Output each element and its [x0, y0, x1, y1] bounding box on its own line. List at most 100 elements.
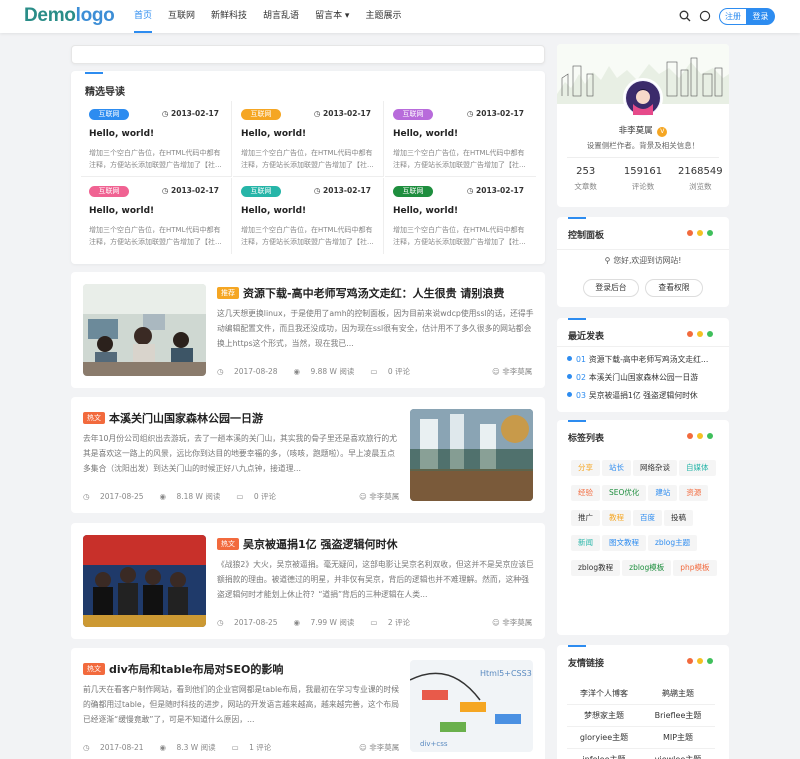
post-title-text[interactable]: div布局和table布局对SEO的影响: [109, 663, 283, 676]
comments-meta[interactable]: ▭ 0 评论: [236, 492, 284, 501]
post-thumbnail[interactable]: [83, 284, 206, 376]
post-card[interactable]: Html5+CSS3 div+css 热文 div布局和table布局对SEO的影响前…: [71, 648, 545, 759]
comments-meta[interactable]: ▭ 2 评论: [370, 618, 418, 627]
tag-chip[interactable]: 站长: [602, 460, 631, 476]
recent-post-link[interactable]: 资源下载-高中老师写鸡汤文走红...: [589, 355, 708, 364]
theme-toggle-icon[interactable]: [699, 10, 711, 22]
category-tag[interactable]: 互联网: [89, 109, 129, 120]
login-button[interactable]: 登录: [746, 8, 775, 25]
nav-themes[interactable]: 主题展示: [357, 0, 409, 33]
friend-link[interactable]: gloryiee主题: [567, 727, 641, 749]
tag-chip[interactable]: 推广: [571, 510, 600, 526]
tag-chip[interactable]: 教程: [602, 510, 631, 526]
post-thumbnail[interactable]: Html5+CSS3 div+css: [410, 660, 533, 752]
tag-chip[interactable]: zblog主题: [648, 535, 698, 551]
clock-icon: ◷: [161, 109, 172, 118]
register-button[interactable]: 注册: [719, 8, 747, 25]
nav-guestbook[interactable]: 留言本 ▾: [307, 0, 357, 33]
post-title-text[interactable]: 吴京被逼捐1亿 强盗逻辑何时休: [243, 538, 397, 551]
tag-chip[interactable]: 经验: [571, 485, 600, 501]
featured-item[interactable]: 互联网 ◷ 2013-02-17 Hello, world! 增加三个空白广告位，在H…: [81, 178, 232, 254]
post-date: ◷ 2013-02-17: [314, 186, 371, 195]
featured-title-link[interactable]: Hello, world!: [393, 129, 458, 139]
author-name[interactable]: 非李莫属: [619, 126, 653, 136]
friend-link[interactable]: 鹈鹕主题: [641, 683, 715, 705]
post-title[interactable]: 热文 div布局和table布局对SEO的影响: [83, 661, 283, 677]
featured-title-link[interactable]: Hello, world!: [89, 129, 154, 139]
post-thumbnail[interactable]: [83, 535, 206, 627]
featured-item[interactable]: 互联网 ◷ 2013-02-17 Hello, world! 增加三个空白广告位，在H…: [385, 101, 536, 177]
friend-link[interactable]: MIP主题: [641, 727, 715, 749]
bell-icon: ⚲: [604, 256, 611, 265]
nav-tech[interactable]: 新鲜科技: [203, 0, 255, 33]
friend-link[interactable]: infolee主题: [567, 749, 641, 759]
post-author[interactable]: ☺ 非李莫属: [359, 491, 399, 502]
category-tag[interactable]: 互联网: [241, 109, 281, 120]
friend-link[interactable]: 梦想家主题: [567, 705, 641, 727]
tag-chip[interactable]: 投稿: [664, 510, 693, 526]
recent-post-link[interactable]: 本溪关门山国家森林公园一日游: [589, 373, 698, 382]
post-author[interactable]: ☺ 非李莫属: [492, 366, 532, 377]
post-card[interactable]: 热文 本溪关门山国家森林公园一日游 去年10月份公司组织出去游玩，去了一趟本溪的关门…: [71, 397, 545, 513]
nav-internet[interactable]: 互联网: [160, 0, 203, 33]
tag-chip[interactable]: 建站: [648, 485, 678, 501]
admin-login-button[interactable]: 登录后台: [583, 279, 639, 297]
featured-item[interactable]: 互联网 ◷ 2013-02-17 Hello, world! 增加三个空白广告位，在H…: [81, 101, 232, 177]
tag-chip[interactable]: 自媒体: [679, 460, 716, 476]
featured-item[interactable]: 互联网 ◷ 2013-02-17 Hello, world! 增加三个空白广告位，在H…: [233, 101, 384, 177]
recent-post-item[interactable]: 01 资源下载-高中老师写鸡汤文走红...: [567, 351, 722, 369]
post-title[interactable]: 热文 吴京被逼捐1亿 强盗逻辑何时休: [217, 536, 397, 552]
view-permission-button[interactable]: 查看权限: [645, 279, 703, 297]
recent-post-item[interactable]: 03 吴京被逼捐1亿 强盗逻辑何时休: [567, 387, 722, 405]
post-title-text[interactable]: 本溪关门山国家森林公园一日游: [109, 412, 263, 425]
post-author[interactable]: ☺ 非李莫属: [359, 742, 399, 753]
featured-item[interactable]: 互联网 ◷ 2013-02-17 Hello, world! 增加三个空白广告位，在H…: [385, 178, 536, 254]
post-card[interactable]: 热文 吴京被逼捐1亿 强盗逻辑何时休 《战狼2》大火，吴京被逼捐。毫无疑问，这部电影…: [71, 523, 545, 639]
featured-item[interactable]: 互联网 ◷ 2013-02-17 Hello, world! 增加三个空白广告位，在H…: [233, 178, 384, 254]
featured-title-link[interactable]: Hello, world!: [393, 206, 458, 216]
featured-title-link[interactable]: Hello, world!: [241, 129, 306, 139]
recent-post-link[interactable]: 吴京被逼捐1亿 强盗逻辑何时休: [589, 391, 698, 400]
tag-chip[interactable]: zblog模板: [622, 560, 672, 576]
comments-meta[interactable]: ▭ 1 评论: [232, 743, 280, 752]
post-thumbnail[interactable]: [410, 409, 533, 501]
tag-chip[interactable]: php模板: [673, 560, 717, 576]
site-logo[interactable]: Demologo: [24, 5, 115, 27]
tag-chip[interactable]: 资源: [679, 485, 709, 501]
friend-link[interactable]: 李洋个人博客: [567, 683, 641, 705]
post-card[interactable]: 推荐 资源下载-高中老师写鸡汤文走红：人生很贵 请别浪费 这几天想更换linux，于…: [71, 272, 545, 388]
category-tag[interactable]: 互联网: [89, 186, 129, 197]
nav-home[interactable]: 首页: [126, 0, 160, 33]
friend-link[interactable]: viewlee主题: [641, 749, 715, 759]
post-title[interactable]: 推荐 资源下载-高中老师写鸡汤文走红：人生很贵 请别浪费: [217, 285, 504, 301]
featured-title-link[interactable]: Hello, world!: [241, 206, 306, 216]
svg-text:Html5+CSS3: Html5+CSS3: [480, 669, 532, 678]
tag-chip[interactable]: SEO优化: [602, 485, 647, 501]
post-title[interactable]: 热文 本溪关门山国家森林公园一日游: [83, 410, 263, 426]
tag-chip[interactable]: 百度: [633, 510, 662, 526]
category-tag[interactable]: 互联网: [241, 186, 281, 197]
post-title-text[interactable]: 资源下载-高中老师写鸡汤文走红：人生很贵 请别浪费: [243, 287, 504, 300]
search-icon[interactable]: [679, 10, 691, 22]
category-tag[interactable]: 互联网: [393, 109, 433, 120]
clock-icon: ◷: [313, 186, 324, 195]
category-tag[interactable]: 互联网: [393, 186, 433, 197]
tag-chip[interactable]: 分享: [571, 460, 600, 476]
tag-chip[interactable]: 图文教程: [602, 535, 646, 551]
tag-chip[interactable]: zblog教程: [571, 560, 621, 576]
post-tag: 热文: [83, 412, 105, 424]
tag-chip[interactable]: 网络杂谈: [633, 460, 677, 476]
recent-post-item[interactable]: 02 本溪关门山国家森林公园一日游: [567, 369, 722, 387]
post-tag: 热文: [83, 663, 105, 675]
avatar[interactable]: [623, 78, 663, 118]
date-text: 2013-02-17: [323, 109, 371, 118]
nav-talk[interactable]: 胡言乱语: [255, 0, 307, 33]
comments-text: 0 评论: [253, 492, 276, 501]
post-author[interactable]: ☺ 非李莫属: [492, 617, 532, 628]
welcome-text: 您好,欢迎到访网站!: [613, 256, 682, 265]
featured-title-link[interactable]: Hello, world!: [89, 206, 154, 216]
comments-meta[interactable]: ▭ 0 评论: [370, 367, 418, 376]
tag-chip[interactable]: 新闻: [571, 535, 600, 551]
post-date: ◷ 2013-02-17: [467, 186, 524, 195]
friend-link[interactable]: Brieflee主题: [641, 705, 715, 727]
